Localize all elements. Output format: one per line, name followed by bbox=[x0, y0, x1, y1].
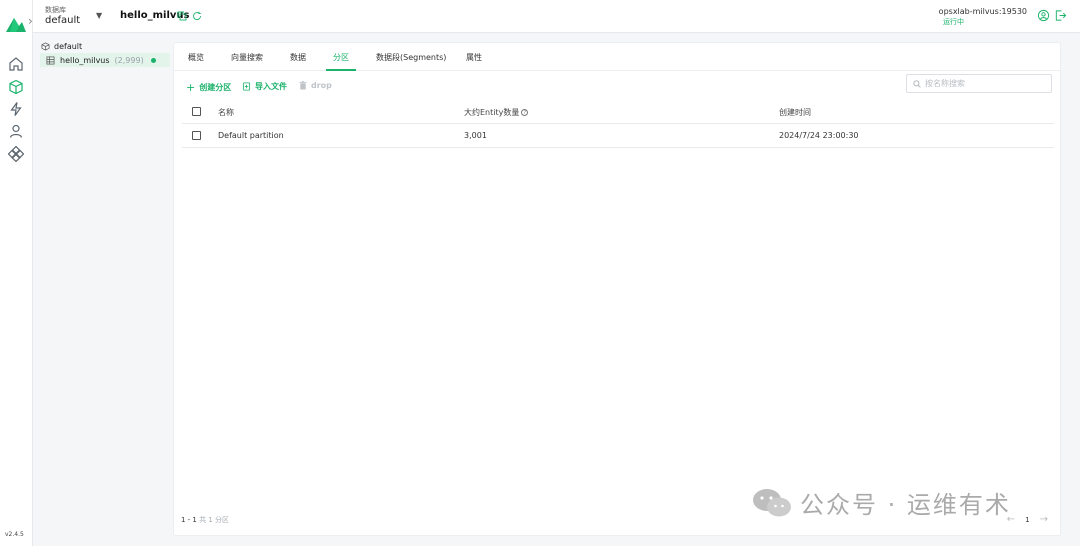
entity-count-cell: 3,001 bbox=[464, 131, 487, 140]
tab-vector-search[interactable]: 向量搜索 bbox=[231, 52, 263, 63]
partition-name-cell: Default partition bbox=[218, 131, 284, 140]
watermark-text: 公众号 · 运维有术 bbox=[800, 491, 1011, 519]
row-checkbox[interactable] bbox=[192, 131, 201, 140]
tab-partitions[interactable]: 分区 bbox=[333, 52, 349, 63]
main-panel: 概览 向量搜索 数据 分区 数据段(Segments) 属性 + 创建分区 导入… bbox=[173, 42, 1061, 536]
import-file-label: 导入文件 bbox=[255, 82, 287, 91]
loaded-status-dot bbox=[151, 58, 156, 63]
milvus-logo-icon[interactable] bbox=[6, 14, 26, 34]
tree-collection-item[interactable]: hello_milvus (2,999) bbox=[40, 53, 170, 67]
current-page-number[interactable]: 1 bbox=[1025, 516, 1029, 524]
pagination-summary: 1 - 1 共 1 分区 bbox=[181, 515, 229, 525]
tree-collection-count: (2,999) bbox=[114, 55, 144, 65]
help-question-icon[interactable]: ? bbox=[521, 109, 529, 116]
import-file-button[interactable]: 导入文件 bbox=[242, 81, 287, 92]
database-tree: default hello_milvus (2,999) bbox=[33, 33, 170, 546]
version-label: v2.4.5 bbox=[5, 531, 24, 538]
tree-database-item[interactable]: default bbox=[41, 42, 82, 51]
plus-icon: + bbox=[186, 81, 196, 94]
trash-icon bbox=[299, 81, 307, 90]
watermark: 公众号 · 运维有术 bbox=[752, 485, 1011, 520]
wechat-logo-icon bbox=[753, 488, 791, 516]
column-header-entity-count-label: 大约Entity数量 bbox=[464, 108, 520, 117]
active-tab-indicator bbox=[326, 69, 356, 71]
search-icon bbox=[913, 79, 921, 88]
drop-label: drop bbox=[311, 81, 332, 90]
tab-segments[interactable]: 数据段(Segments) bbox=[376, 52, 446, 63]
user-icon[interactable] bbox=[8, 123, 24, 139]
tab-bar: 概览 向量搜索 数据 分区 数据段(Segments) 属性 bbox=[174, 43, 1060, 71]
table-grid-icon bbox=[46, 56, 55, 64]
select-all-checkbox[interactable] bbox=[192, 107, 201, 116]
connection-status: 运行中 bbox=[943, 18, 964, 26]
column-header-created-time[interactable]: 创建时间 bbox=[779, 107, 811, 118]
pagination-range: 1 - 1 bbox=[181, 516, 197, 524]
database-selector[interactable]: default bbox=[45, 15, 80, 26]
home-icon[interactable] bbox=[8, 56, 24, 72]
account-circle-icon[interactable] bbox=[1037, 9, 1050, 22]
top-header: 数据库 default ▼ hello_milvus opsxlab-milvu… bbox=[33, 0, 1080, 33]
tree-database-label: default bbox=[54, 42, 83, 51]
system-nodes-icon[interactable] bbox=[8, 146, 24, 162]
icon-rail: › v2.4.5 bbox=[0, 0, 33, 546]
drop-button[interactable]: drop bbox=[299, 81, 332, 90]
tab-properties[interactable]: 属性 bbox=[466, 52, 482, 63]
next-page-arrow-icon[interactable]: → bbox=[1040, 514, 1048, 525]
create-partition-button[interactable]: + 创建分区 bbox=[186, 81, 231, 94]
pagination-controls: ← 1 → bbox=[1007, 514, 1048, 525]
collection-cube-icon[interactable] bbox=[8, 79, 24, 95]
copy-icon[interactable] bbox=[177, 11, 187, 21]
tab-overview[interactable]: 概览 bbox=[188, 52, 204, 63]
pagination-total: 共 1 分区 bbox=[199, 516, 230, 524]
column-header-entity-count[interactable]: 大约Entity数量? bbox=[464, 107, 529, 118]
file-add-icon bbox=[242, 82, 251, 91]
tab-data[interactable]: 数据 bbox=[290, 52, 306, 63]
search-box[interactable] bbox=[906, 74, 1052, 93]
column-header-name[interactable]: 名称 bbox=[218, 107, 234, 118]
connection-address: opsxlab-milvus:19530 bbox=[938, 7, 1027, 16]
search-input[interactable] bbox=[925, 79, 1045, 88]
table-header: 名称 大约Entity数量? 创建时间 bbox=[182, 100, 1054, 124]
logout-icon[interactable] bbox=[1054, 9, 1067, 22]
tree-collection-label: hello_milvus bbox=[60, 55, 110, 65]
database-selector-label: 数据库 bbox=[45, 6, 66, 14]
created-time-cell: 2024/7/24 23:00:30 bbox=[779, 131, 859, 140]
app-root: › v2.4.5 数据库 default ▼ hello_milvus opsx… bbox=[0, 0, 1080, 546]
refresh-icon[interactable] bbox=[192, 11, 202, 21]
table-row[interactable]: Default partition 3,001 2024/7/24 23:00:… bbox=[182, 124, 1054, 148]
caret-down-icon[interactable]: ▼ bbox=[96, 11, 102, 20]
lightning-icon[interactable] bbox=[8, 101, 24, 117]
create-partition-label: 创建分区 bbox=[199, 83, 232, 92]
database-cube-icon bbox=[41, 42, 50, 51]
